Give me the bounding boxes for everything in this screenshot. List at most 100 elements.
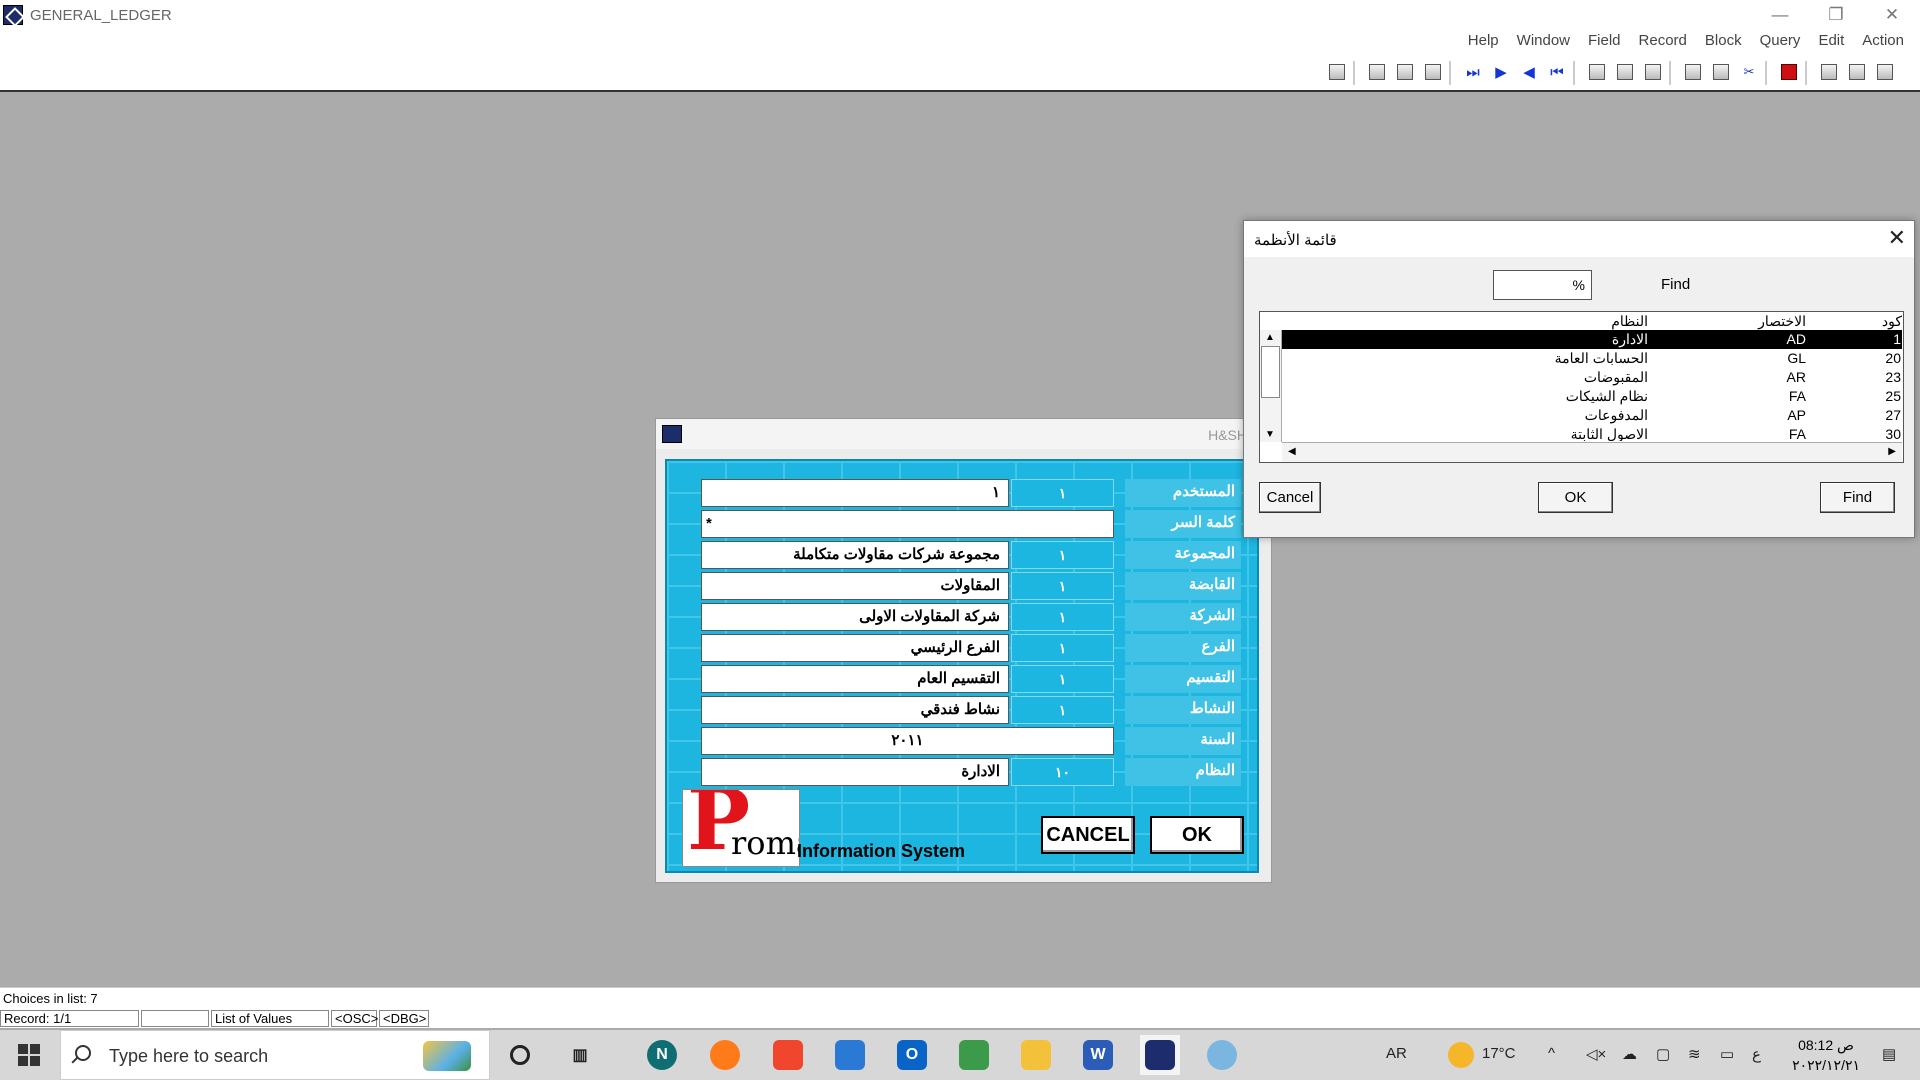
group-name-field[interactable]: مجموعة شركات مقاولات متكاملة xyxy=(701,541,1009,569)
weather-icon[interactable] xyxy=(1448,1042,1474,1068)
holding-name-field[interactable]: المقاولات xyxy=(701,572,1009,600)
minimize-button[interactable]: — xyxy=(1752,0,1808,30)
group-code-field[interactable]: ١ xyxy=(1011,541,1114,569)
system-name-field[interactable]: الادارة xyxy=(701,758,1009,786)
paint-icon[interactable] xyxy=(1202,1035,1242,1075)
company-code-field[interactable]: ١ xyxy=(1011,603,1114,631)
menu-block[interactable]: Block xyxy=(1705,32,1742,49)
brave-icon[interactable] xyxy=(768,1035,808,1075)
division-name-field[interactable]: التقسيم العام xyxy=(701,665,1009,693)
app-n-icon[interactable]: N xyxy=(642,1035,682,1075)
close-icon[interactable]: ✕ xyxy=(1888,225,1906,251)
camera-icon[interactable]: ▢ xyxy=(1656,1045,1670,1063)
scroll-thumb[interactable] xyxy=(1261,346,1280,398)
forms-app-icon xyxy=(3,5,23,25)
temperature[interactable]: 17°C xyxy=(1482,1045,1516,1062)
lov-cancel-button[interactable]: Cancel xyxy=(1259,482,1321,513)
start-button[interactable] xyxy=(0,1030,58,1080)
last-record-icon[interactable]: ⏭ xyxy=(1462,61,1484,83)
company-name-field[interactable]: شركة المقاولات الاولى xyxy=(701,603,1009,631)
cancel-button[interactable]: CANCEL xyxy=(1041,816,1135,854)
menu-query[interactable]: Query xyxy=(1760,32,1801,49)
scroll-right-icon[interactable]: ▶ xyxy=(1888,446,1896,457)
year-field[interactable]: ٢٠١١ xyxy=(701,727,1114,755)
cortana-icon[interactable] xyxy=(500,1035,540,1075)
vertical-scrollbar[interactable]: ▲ ▼ xyxy=(1260,330,1282,442)
scroll-left-icon[interactable]: ◀ xyxy=(1288,446,1296,457)
activity-code-field[interactable]: ١ xyxy=(1011,696,1114,724)
first-record-icon[interactable]: ⏮ xyxy=(1546,61,1568,83)
window-controls: — ❐ ✕ xyxy=(1752,0,1920,30)
volume-icon[interactable]: ◁× xyxy=(1586,1045,1606,1063)
oracle-forms-icon[interactable] xyxy=(1140,1035,1180,1075)
image-viewer-icon[interactable] xyxy=(954,1035,994,1075)
onedrive-icon[interactable]: ☁ xyxy=(1622,1045,1637,1063)
cut-icon[interactable]: ✂ xyxy=(1738,61,1760,83)
clock[interactable]: 08:12 ص ٢٠٢٢/١٢/٢١ xyxy=(1792,1035,1860,1075)
lov-ok-button[interactable]: OK xyxy=(1538,482,1613,513)
list-item[interactable]: 20 GL الحسابات العامة xyxy=(1282,349,1902,368)
branch-name-field[interactable]: الفرع الرئيسي xyxy=(701,634,1009,662)
close-button[interactable]: ✕ xyxy=(1864,0,1920,30)
holding-code-field[interactable]: ١ xyxy=(1011,572,1114,600)
list-item[interactable]: 25 FA نظام الشيكات xyxy=(1282,387,1902,406)
menu-action[interactable]: Action xyxy=(1862,32,1904,49)
count-query-icon[interactable] xyxy=(1642,61,1664,83)
user-name-field[interactable]: ١ xyxy=(701,479,1009,507)
outlook-icon[interactable]: O xyxy=(892,1035,932,1075)
help-icon[interactable] xyxy=(1326,61,1348,83)
wifi-icon[interactable]: ≋ xyxy=(1688,1045,1701,1063)
menu-window[interactable]: Window xyxy=(1517,32,1570,49)
list-item[interactable]: 27 AP المدفوعات xyxy=(1282,406,1902,425)
scroll-down-icon[interactable]: ▼ xyxy=(1265,429,1275,440)
list-item-name: المقبوضات xyxy=(1583,369,1648,385)
activity-name-field[interactable]: نشاط فندقي xyxy=(701,696,1009,724)
list-item[interactable]: 30 FA الاصول الثابتة xyxy=(1282,425,1902,441)
enter-query-icon[interactable] xyxy=(1366,61,1388,83)
exit-icon[interactable] xyxy=(1778,61,1800,83)
battery-icon[interactable]: ▭ xyxy=(1720,1045,1734,1063)
cancel-query-icon[interactable] xyxy=(1586,61,1608,83)
mail-icon[interactable] xyxy=(830,1035,870,1075)
copy-icon[interactable] xyxy=(1710,61,1732,83)
next-record-icon[interactable]: ▶ xyxy=(1490,61,1512,83)
insert-record-icon[interactable] xyxy=(1422,61,1444,83)
lov-find-button[interactable]: Find xyxy=(1820,482,1895,513)
list-item[interactable]: 1 AD الادارة xyxy=(1282,330,1902,349)
system-code-field[interactable]: ١٠ xyxy=(1011,758,1114,786)
word-icon[interactable]: W xyxy=(1078,1035,1118,1075)
lov-dialog: قائمة الأنظمة ✕ % Find كود الاختصار النظ… xyxy=(1243,220,1915,538)
print-preview-icon[interactable] xyxy=(1818,61,1840,83)
restore-button[interactable]: ❐ xyxy=(1808,0,1864,30)
execute-query-icon[interactable] xyxy=(1614,61,1636,83)
print-icon[interactable] xyxy=(1846,61,1868,83)
paste-icon[interactable] xyxy=(1682,61,1704,83)
menu-help[interactable]: Help xyxy=(1468,32,1499,49)
user-code-field[interactable]: ١ xyxy=(1011,479,1114,507)
find-input[interactable]: % xyxy=(1493,270,1592,300)
notification-icon[interactable]: ▤ xyxy=(1882,1045,1896,1063)
list-item-code: 23 xyxy=(1885,369,1901,385)
save-icon[interactable] xyxy=(1874,61,1896,83)
ok-button[interactable]: OK xyxy=(1150,816,1244,854)
horizontal-scrollbar[interactable]: ◀ ▶ xyxy=(1282,442,1902,462)
list-item[interactable]: 23 AR المقبوضات xyxy=(1282,368,1902,387)
language-indicator[interactable]: AR xyxy=(1386,1045,1407,1062)
firefox-icon[interactable] xyxy=(705,1035,745,1075)
show-hidden-icons-icon[interactable]: ^ xyxy=(1548,1045,1555,1062)
list-item-code: 20 xyxy=(1885,350,1901,366)
clear-record-icon[interactable] xyxy=(1394,61,1416,83)
menu-record[interactable]: Record xyxy=(1639,32,1687,49)
previous-record-icon[interactable]: ◀ xyxy=(1518,61,1540,83)
file-explorer-icon[interactable] xyxy=(1016,1035,1056,1075)
password-field[interactable]: * xyxy=(701,510,1114,538)
task-view-icon[interactable]: ▥ xyxy=(560,1035,600,1075)
menu-field[interactable]: Field xyxy=(1588,32,1621,49)
ime-indicator[interactable]: ع xyxy=(1752,1045,1761,1063)
division-code-field[interactable]: ١ xyxy=(1011,665,1114,693)
branch-code-field[interactable]: ١ xyxy=(1011,634,1114,662)
search-highlight-icon xyxy=(423,1041,471,1071)
taskbar-search[interactable]: Type here to search xyxy=(60,1030,490,1080)
menu-edit[interactable]: Edit xyxy=(1818,32,1844,49)
scroll-up-icon[interactable]: ▲ xyxy=(1265,332,1275,343)
